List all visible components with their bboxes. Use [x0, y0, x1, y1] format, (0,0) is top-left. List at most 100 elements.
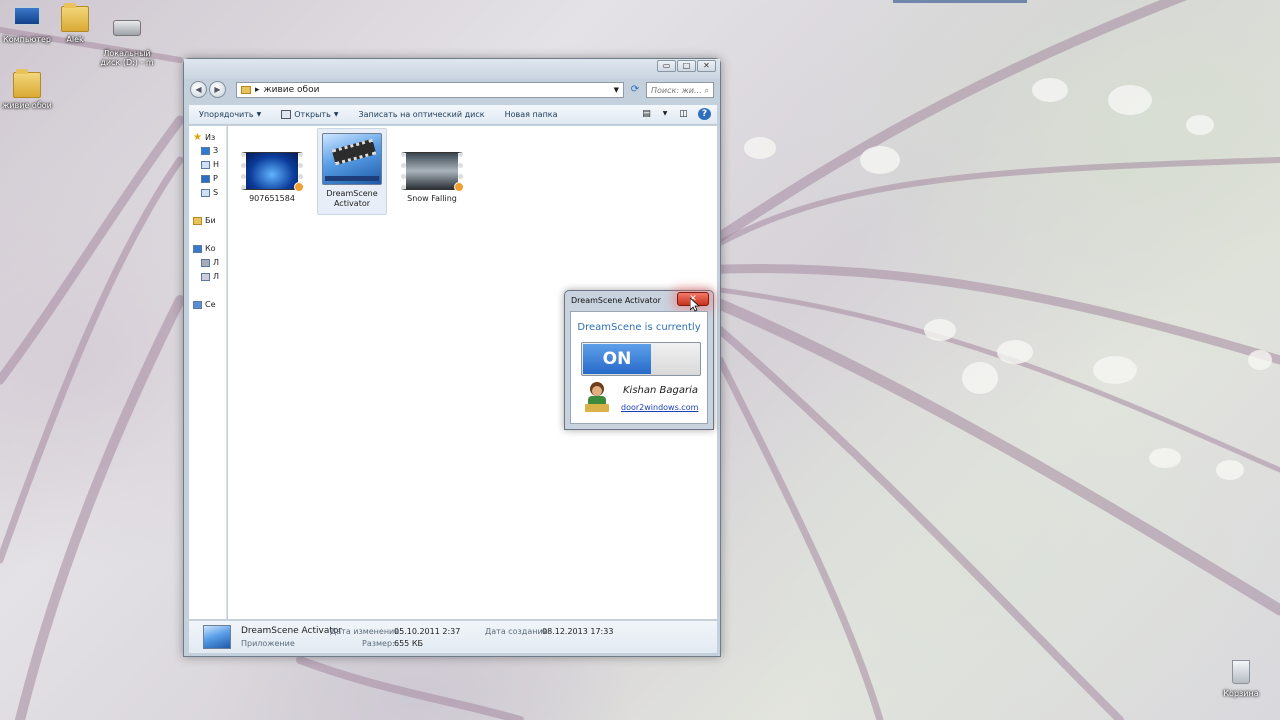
organize-label: Упорядочить: [199, 110, 254, 119]
address-row: ◀ ▶ ▸ живие обои ▼ ⟳ Поиск: жи... ⌕: [184, 79, 720, 99]
author-link[interactable]: door2windows.com: [621, 403, 698, 412]
address-dropdown-icon[interactable]: ▼: [614, 86, 619, 94]
dialog-body: DreamScene is currently ON Kishan Bagari…: [570, 311, 708, 424]
details-modified-value: 05.10.2011 2:37: [394, 627, 461, 636]
details-modified-label: Дата изменения:: [330, 627, 402, 636]
desktop-icon-user-folder[interactable]: Alek: [48, 3, 102, 44]
refresh-icon[interactable]: ⟳: [627, 82, 643, 98]
recycle-bin-icon: [1227, 660, 1255, 686]
mouse-cursor-icon: [690, 298, 700, 312]
nav-item-label: S: [213, 188, 219, 197]
author-avatar-icon: [585, 382, 609, 414]
toggle-state: ON: [583, 344, 651, 374]
computer-icon: [193, 244, 202, 253]
drive-icon: [113, 20, 141, 46]
file-name: DreamScene Activator: [326, 189, 378, 208]
nav-item-label: Се: [205, 300, 216, 309]
search-input[interactable]: Поиск: жи... ⌕: [646, 82, 714, 98]
nav-item-label: Р: [213, 174, 218, 183]
new-folder-button[interactable]: Новая папка: [495, 110, 568, 119]
chevron-down-icon[interactable]: ▼: [661, 108, 669, 120]
nav-item-favorites[interactable]: ★ Из: [193, 132, 215, 143]
preview-pane-icon[interactable]: ◫: [677, 108, 690, 120]
details-file-name: DreamScene Activator: [241, 626, 343, 636]
maximize-button[interactable]: □: [677, 60, 696, 72]
desktop-icon-label: Корзина: [1223, 689, 1259, 698]
nav-item-label: Из: [204, 133, 216, 142]
navigation-pane: ★ Из З Н Р S Би Ко Л Л Се: [189, 126, 227, 619]
library-icon: [193, 216, 202, 225]
file-name: 907651584: [249, 194, 295, 203]
nav-item-drive-1[interactable]: Л: [201, 258, 219, 267]
nav-item-computer[interactable]: Ко: [193, 244, 216, 253]
open-button[interactable]: Открыть ▼: [271, 110, 348, 119]
video-thumbnail-icon: [241, 152, 304, 192]
chevron-down-icon: ▼: [333, 111, 339, 118]
nav-item-libraries[interactable]: Би: [193, 216, 216, 225]
nav-item-label: З: [213, 146, 219, 155]
recent-places-icon: [201, 160, 210, 169]
search-placeholder: Поиск: жи...: [651, 86, 702, 95]
nav-item-label: Л: [213, 258, 220, 267]
downloads-icon: [201, 146, 210, 155]
minimize-button[interactable]: ▭: [657, 60, 676, 72]
details-created-value: 08.12.2013 17:33: [542, 627, 614, 636]
desktop-icon-label: Компьютер: [3, 35, 51, 44]
nav-item-label: Л: [213, 272, 220, 281]
desktop-icon-label: Локальный диск (D:) - m: [100, 49, 154, 67]
taskbar-strip: [325, 176, 379, 181]
desktop-icon-label: Alek: [66, 35, 84, 44]
nav-item-label: Би: [205, 216, 216, 225]
nav-item-network[interactable]: Се: [193, 300, 216, 309]
organize-button[interactable]: Упорядочить ▼: [189, 110, 271, 119]
file-item[interactable]: 907651584: [237, 152, 307, 204]
network-icon: [193, 300, 202, 309]
nav-item-drive-2[interactable]: Л: [201, 272, 219, 281]
address-bar[interactable]: ▸ живие обои ▼: [236, 82, 624, 98]
star-icon: ★: [193, 132, 202, 143]
drive-icon: [201, 258, 210, 267]
chevron-down-icon: ▼: [256, 111, 262, 118]
details-created-label: Дата создания:: [485, 627, 551, 636]
desktop-icon-recycle-bin[interactable]: Корзина: [1214, 660, 1268, 698]
details-pane: DreamScene Activator Приложение Дата изм…: [189, 620, 717, 653]
close-button[interactable]: ✕: [697, 60, 716, 72]
nav-item-recent[interactable]: Н: [201, 160, 219, 169]
dialog-title: DreamScene Activator: [571, 296, 661, 305]
details-file-type: Приложение: [241, 639, 295, 648]
file-item-selected[interactable]: DreamScene Activator: [317, 128, 387, 215]
nav-item-label: Ко: [205, 244, 216, 253]
details-size-value: 655 КБ: [394, 639, 423, 648]
details-size-label: Размер:: [362, 639, 395, 648]
film-strip-icon: [331, 138, 377, 166]
view-options-icon[interactable]: ▤: [640, 108, 653, 120]
dreamscene-toggle[interactable]: ON: [581, 342, 701, 376]
computer-icon: [13, 6, 41, 32]
burn-button[interactable]: Записать на оптический диск: [348, 110, 494, 119]
app-icon: [281, 110, 292, 119]
status-text: DreamScene is currently: [577, 322, 701, 333]
user-folder-icon: [61, 3, 89, 32]
desktop-icon: [201, 174, 210, 183]
nav-item-label: Н: [213, 160, 220, 169]
dreamscene-app-icon: [322, 133, 382, 185]
folder-icon: [241, 86, 251, 94]
caption-buttons: ▭ □ ✕: [657, 60, 716, 72]
open-label: Открыть: [294, 110, 331, 119]
explorer-titlebar[interactable]: ▭ □ ✕: [184, 59, 720, 79]
desktop-icon-live-wallpapers[interactable]: живие обои: [0, 69, 54, 110]
video-thumbnail-icon: [401, 152, 464, 192]
desktop-icon-label: живие обои: [2, 101, 52, 110]
back-button[interactable]: ◀: [190, 81, 207, 98]
nav-item-s[interactable]: S: [201, 188, 218, 197]
play-badge-icon: [454, 182, 464, 192]
nav-item-downloads[interactable]: З: [201, 146, 218, 155]
desktop-icon-computer[interactable]: Компьютер: [0, 6, 54, 44]
play-badge-icon: [294, 182, 304, 192]
nav-item-desktop[interactable]: Р: [201, 174, 218, 183]
file-item[interactable]: Snow Falling: [397, 152, 467, 204]
desktop-icon-local-disk[interactable]: Локальный диск (D:) - m: [100, 14, 154, 67]
search-icon: ⌕: [704, 86, 709, 95]
forward-button[interactable]: ▶: [209, 81, 226, 98]
help-icon[interactable]: ?: [698, 108, 711, 120]
